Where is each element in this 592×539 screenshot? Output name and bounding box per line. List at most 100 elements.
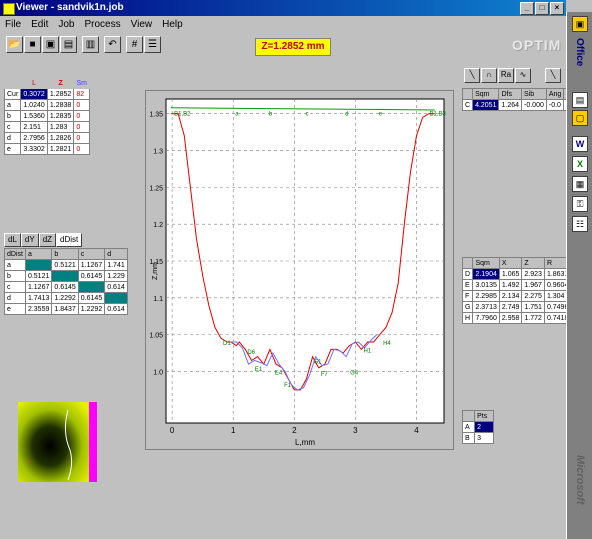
menu-process[interactable]: Process bbox=[84, 19, 120, 30]
table-cell[interactable]: 2.1904 bbox=[472, 268, 500, 280]
table-row[interactable]: e 2.3559 1.8437 1.2292 0.614 bbox=[4, 303, 128, 315]
open-icon[interactable]: 📂 bbox=[6, 36, 23, 53]
folder-icon[interactable]: ▢ bbox=[572, 110, 588, 126]
table-row[interactable]: c 2.151 1.283 0 bbox=[3, 121, 90, 133]
table-header-cell: Sib bbox=[521, 88, 547, 100]
table-cell: 1.492 bbox=[498, 279, 523, 291]
table-header-cell: dDist bbox=[4, 248, 26, 260]
table-header-cell: Sqm bbox=[472, 88, 500, 100]
schedule-icon[interactable]: ☷ bbox=[572, 216, 588, 232]
table-cell: B bbox=[461, 432, 476, 444]
tab-ddist[interactable]: dDist bbox=[56, 233, 83, 247]
table-cell: 2.749 bbox=[498, 301, 523, 313]
table-cell: 1.2852 bbox=[46, 88, 75, 100]
menu-file[interactable]: File bbox=[5, 19, 21, 30]
table-cell: 0 bbox=[73, 143, 90, 155]
table-cell: 1.2821 bbox=[46, 143, 75, 155]
y-tick-label: 1.35 bbox=[149, 112, 163, 119]
access-icon[interactable]: ⚿ bbox=[572, 196, 588, 212]
table-row[interactable]: G2.37132.7491.7510.74964 bbox=[461, 301, 583, 313]
slope-tool-icon[interactable]: ╲ bbox=[545, 68, 561, 83]
chart-annotation: B1,B3 bbox=[430, 111, 447, 117]
properties-icon[interactable]: ▥ bbox=[82, 36, 99, 53]
grid-icon[interactable]: # bbox=[126, 36, 143, 53]
table-row[interactable]: a 1.0240 1.2838 0 bbox=[3, 99, 90, 111]
table-cell: 1.283 bbox=[46, 121, 75, 133]
table-row[interactable]: b 0.5121 0.6145 1.229 bbox=[4, 270, 128, 282]
table-cell: 1.5360 bbox=[20, 110, 48, 122]
word-icon[interactable]: W bbox=[572, 136, 588, 152]
table-row[interactable]: d 1.7413 1.2292 0.6145 bbox=[4, 292, 128, 304]
wave-tool-icon[interactable]: ∿ bbox=[515, 68, 531, 83]
table-cell: 1.2292 bbox=[77, 303, 106, 315]
maximize-button[interactable]: □ bbox=[535, 2, 549, 15]
save-icon[interactable]: ■ bbox=[24, 36, 41, 53]
close-button[interactable]: × bbox=[550, 2, 564, 15]
distance-tabs: dL dY dZ dDist bbox=[4, 233, 83, 247]
table-cell[interactable]: 0.3072 bbox=[20, 88, 48, 100]
table-cell bbox=[24, 259, 53, 271]
table-row[interactable]: b 1.5360 1.2835 0 bbox=[3, 110, 90, 122]
chart-annotation: G1 bbox=[313, 359, 322, 365]
table-header-cell bbox=[461, 257, 474, 269]
minimize-button[interactable]: _ bbox=[520, 2, 534, 15]
table-row[interactable]: D2.19041.0652.9231.86315 bbox=[461, 268, 583, 280]
chart-annotation: D6 bbox=[247, 350, 255, 356]
table-row[interactable]: F2.29852.1342.2751.3047 bbox=[461, 290, 583, 302]
table-header-cell: Z bbox=[521, 257, 545, 269]
app-icon[interactable] bbox=[3, 3, 15, 15]
y-tick-label: 1.05 bbox=[149, 333, 163, 340]
profile-chart[interactable]: 0 1 2 3 41.01.051.11.151.21.251.31.35L,mmZ,m… bbox=[146, 91, 453, 449]
arc-tool-icon[interactable]: ∩ bbox=[481, 68, 497, 83]
table-cell bbox=[104, 292, 128, 304]
excel-icon[interactable]: X bbox=[572, 156, 588, 172]
profile-chart-frame: 0 1 2 3 4 1.0 1.05 1.1 1.15 1.2 1.25 1.3 1.35 L,mm Z,m… bbox=[145, 90, 454, 450]
surface-thumbnail[interactable]: + bbox=[18, 402, 97, 482]
x-tick-label: 3 bbox=[353, 426, 358, 435]
table-cell: 0.5121 bbox=[51, 259, 79, 271]
office-app-icon[interactable]: ▣ bbox=[572, 16, 588, 32]
document-icon[interactable]: ▤ bbox=[572, 92, 588, 108]
table-header-cell: Pts bbox=[474, 410, 494, 422]
table-row[interactable]: e 3.3302 1.2821 0 bbox=[3, 143, 90, 155]
tab-dz[interactable]: dZ bbox=[38, 233, 57, 247]
table-cell[interactable]: 4.2051 bbox=[472, 99, 500, 111]
table-row[interactable]: E3.01351.4921.9670.96044 bbox=[461, 279, 583, 291]
print-icon[interactable]: ▤ bbox=[60, 36, 77, 53]
table-icon[interactable]: ☰ bbox=[144, 36, 161, 53]
line-tool-icon[interactable]: ╲ bbox=[464, 68, 480, 83]
menu-job[interactable]: Job bbox=[58, 19, 74, 30]
x-tick-label: 0 bbox=[170, 426, 175, 435]
table-row[interactable]: Cur 0.3072 1.2852 82 bbox=[3, 88, 90, 100]
ra-tool-icon[interactable]: Ra bbox=[498, 68, 514, 83]
table-row[interactable]: H7.79602.9581.7720.74184 bbox=[461, 312, 583, 324]
table-header-row: Sqm Dfs Sib Ang Pt bbox=[461, 88, 578, 100]
menu-help[interactable]: Help bbox=[162, 19, 183, 30]
tab-dl[interactable]: dL bbox=[4, 233, 21, 247]
table-cell: 1.065 bbox=[498, 268, 523, 280]
save-as-icon[interactable]: ▣ bbox=[42, 36, 59, 53]
table-row[interactable]: A2 bbox=[461, 421, 494, 433]
chart-annotation: H1 bbox=[364, 348, 372, 354]
table-row[interactable]: B3 bbox=[461, 432, 494, 444]
tab-dy[interactable]: dY bbox=[20, 233, 39, 247]
table-row[interactable]: a 0.5121 1.1267 1.741 bbox=[4, 259, 128, 271]
table-row[interactable]: C4.20511.264-0.000-0.043 bbox=[461, 99, 578, 111]
table-cell: Cur bbox=[3, 88, 22, 100]
powerpoint-icon[interactable]: ▦ bbox=[572, 176, 588, 192]
undo-icon[interactable]: ↶ bbox=[104, 36, 121, 53]
table-cell: 2.7956 bbox=[20, 132, 48, 144]
table-row[interactable]: c 1.1267 0.6145 0.614 bbox=[4, 281, 128, 293]
menu-view[interactable]: View bbox=[131, 19, 153, 30]
table-row[interactable]: d 2.7956 1.2826 0 bbox=[3, 132, 90, 144]
y-tick-label: 1.25 bbox=[149, 185, 163, 192]
table-cell: 2.923 bbox=[521, 268, 545, 280]
y-tick-label: 1.0 bbox=[153, 369, 163, 376]
chart-annotation: H4 bbox=[383, 341, 391, 347]
table-cell: d bbox=[3, 132, 22, 144]
window-title: Viewer - sandvik1n.job bbox=[16, 2, 124, 13]
table-cell: 3.0135 bbox=[472, 279, 500, 291]
points-table: L Z Sm Cur 0.3072 1.2852 82 a 1.0240 1.2838 0 … bbox=[3, 77, 90, 155]
menu-edit[interactable]: Edit bbox=[31, 19, 48, 30]
table-cell[interactable]: 2 bbox=[474, 421, 494, 433]
